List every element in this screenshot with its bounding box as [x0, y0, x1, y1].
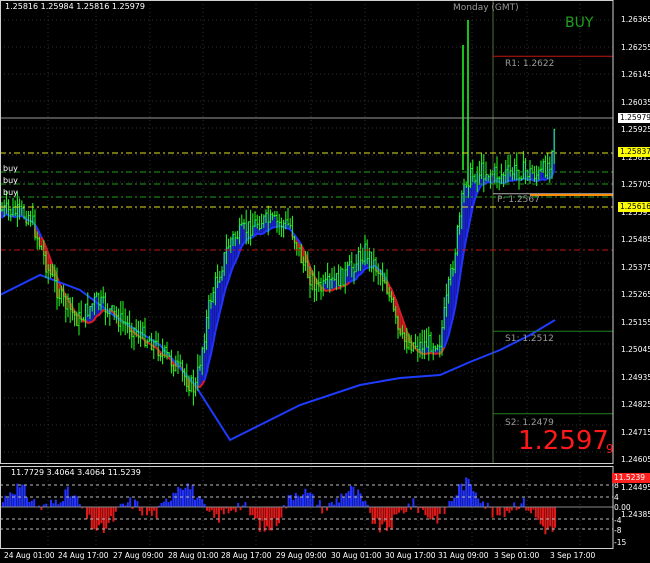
current-price-suffix: 9 — [606, 442, 614, 456]
price-tick-label: 1.25045 — [621, 345, 650, 354]
price-pane-border — [0, 0, 614, 464]
price-tick-label: 1.26145 — [621, 70, 650, 79]
price-tick-label: 1.25155 — [621, 317, 650, 327]
indicator-tick-label: 4 — [614, 493, 619, 502]
buy-marker: buy — [3, 164, 18, 173]
indicator-readout: 11.7729 3.4064 3.4064 11.5239 — [11, 468, 141, 477]
chart-frame — [0, 0, 614, 549]
price-tick-label: 1.24715 — [621, 427, 650, 437]
signal-label: BUY — [565, 15, 594, 31]
price-tick-label: 1.25375 — [621, 262, 650, 272]
price-chart[interactable] — [0, 0, 650, 563]
time-tick-label: 30 Aug 01:00 — [331, 551, 382, 560]
indicator-tick-label: -15 — [614, 538, 627, 547]
time-tick-label: 31 Aug 09:00 — [438, 551, 489, 560]
chart-grid — [0, 0, 613, 548]
current-price-display: 1.2597 — [518, 426, 609, 456]
price-tag: 1.25616 — [618, 202, 650, 212]
current-price-tag: 1.25979 — [618, 113, 650, 123]
price-tick-label: 1.25705 — [621, 180, 650, 189]
ohlc-readout: 1.25816 1.25984 1.25816 1.25979 — [5, 2, 145, 11]
indicator-tick-label: 0.00 — [614, 503, 631, 512]
buy-marker: buy — [3, 188, 18, 197]
price-tick-label: 1.24935 — [621, 372, 650, 382]
pivot-label-r1: R1: 1.2622 — [505, 59, 555, 69]
level-lines — [0, 0, 613, 463]
time-tick-label: 28 Aug 17:00 — [221, 551, 272, 560]
price-tick-label: 1.25485 — [621, 235, 650, 244]
price-tag: 1.25837 — [618, 147, 650, 157]
price-tick-label: 1.24825 — [621, 400, 650, 409]
time-tick-label: 27 Aug 09:00 — [113, 551, 164, 560]
indicator-histogram — [0, 477, 613, 535]
indicator-tick-label: -8 — [614, 526, 622, 535]
time-tick-label: 30 Aug 17:00 — [385, 551, 436, 560]
price-tick-label: 1.26035 — [621, 97, 650, 107]
time-tick-label: 3 Sep 17:00 — [550, 551, 596, 560]
slow-moving-average — [0, 273, 556, 442]
indicator-tick-label: -4 — [614, 516, 622, 525]
session-label: Monday (GMT) — [453, 3, 519, 13]
price-tick-label: 1.24605 — [621, 455, 650, 464]
pivot-label-s1: S1: 1.2512 — [505, 334, 554, 344]
time-tick-label: 24 Aug 01:00 — [4, 551, 55, 560]
price-tick-label: 1.25265 — [621, 290, 650, 299]
buy-marker: buy — [3, 176, 18, 185]
slow-ma-line — [0, 273, 556, 442]
price-tick-label: 1.26255 — [621, 42, 650, 52]
price-tick-label: 1.24495 — [621, 482, 650, 492]
indicator-value-tag: 11.5239 — [612, 473, 650, 483]
price-tick-label: 1.26365 — [621, 15, 650, 24]
time-tick-label: 24 Aug 17:00 — [58, 551, 109, 560]
price-tick-label: 1.25925 — [621, 125, 650, 134]
time-tick-label: 29 Aug 09:00 — [276, 551, 327, 560]
time-tick-label: 3 Sep 01:00 — [494, 551, 540, 560]
pivot-label-p: P: 1.2567 — [497, 195, 540, 205]
time-tick-label: 28 Aug 01:00 — [168, 551, 219, 560]
